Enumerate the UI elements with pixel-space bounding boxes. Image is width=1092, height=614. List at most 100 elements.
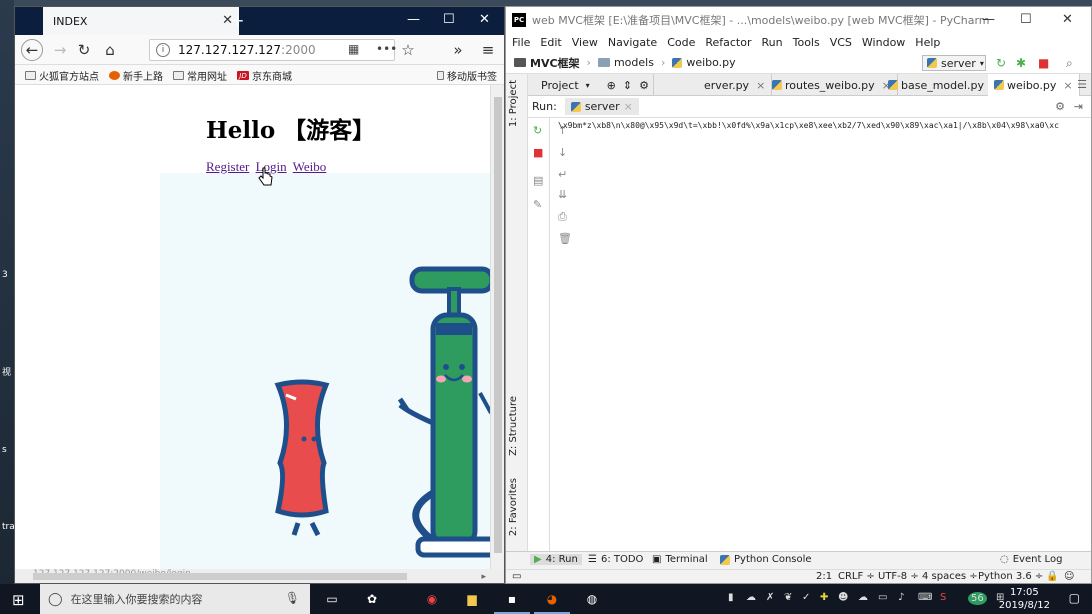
stop-icon[interactable]: ■ <box>1038 56 1049 70</box>
target-icon[interactable]: ⊕ <box>607 79 616 92</box>
forward-arrow-icon[interactable]: → <box>49 39 71 61</box>
close-button[interactable]: ✕ <box>1062 12 1073 27</box>
home-icon[interactable]: ⌂ <box>99 39 121 61</box>
sogou-icon[interactable]: S <box>940 592 946 603</box>
site-info-icon[interactable]: i <box>156 43 170 57</box>
scrollbar-thumb[interactable] <box>494 97 502 553</box>
lock-icon[interactable]: 🔒 <box>1046 571 1058 582</box>
tab-server-py[interactable]: erver.py × <box>698 74 773 96</box>
minimize-button[interactable]: — <box>982 12 995 27</box>
run-tool-button[interactable]: ▶ 4: Run <box>530 554 582 565</box>
project-tool-button[interactable]: 1: Project <box>508 80 519 127</box>
plus-tray-icon[interactable]: ✚ <box>820 592 828 603</box>
tab-weibo-py[interactable]: weibo.py × <box>988 74 1080 96</box>
menu-code[interactable]: Code <box>667 36 695 49</box>
more-dots-icon[interactable]: ••• <box>376 42 397 56</box>
notification-icon[interactable]: ▢ <box>1069 591 1080 605</box>
browser-tab[interactable]: INDEX ✕ <box>43 7 239 35</box>
stop-icon[interactable]: ■ <box>533 146 543 159</box>
close-icon[interactable]: × <box>756 79 765 92</box>
favorites-tool-button[interactable]: 2: Favorites <box>508 478 519 536</box>
mobile-bookmarks[interactable]: 移动版书签 <box>437 68 497 83</box>
menu-edit[interactable]: Edit <box>540 36 561 49</box>
bookmark-star-icon[interactable]: ☆ <box>397 39 419 61</box>
tray-badge-icon[interactable]: 56 <box>968 592 987 605</box>
bookmark-item[interactable]: 常用网址 <box>173 68 227 83</box>
caret-position[interactable]: 2:1 <box>816 571 832 582</box>
reload-icon[interactable]: ↻ <box>73 39 95 61</box>
app-pinwheel-icon[interactable]: ✿ <box>362 589 382 609</box>
back-arrow-icon[interactable]: ← <box>21 39 43 61</box>
bookmark-item[interactable]: JD 京东商城 <box>237 68 292 83</box>
console-output[interactable]: \x9bm*z\xb8\n\x80@\x95\x9d\t=\xbb!\x0fd%… <box>554 121 1091 551</box>
maximize-button[interactable]: ☐ <box>443 12 455 27</box>
new-tab-button[interactable]: + <box>231 11 244 30</box>
horizontal-scrollbar[interactable] <box>33 573 407 580</box>
task-view-icon[interactable]: ▭ <box>322 589 342 609</box>
menu-navigate[interactable]: Navigate <box>608 36 657 49</box>
structure-tool-button[interactable]: Z: Structure <box>508 396 519 456</box>
line-separator[interactable]: CRLF ÷ <box>838 571 875 582</box>
python-console-button[interactable]: Python Console <box>720 554 812 565</box>
scroll-right-arrow-icon[interactable]: ▸ <box>481 572 486 582</box>
rerun-icon[interactable]: ↻ <box>996 56 1006 70</box>
collapse-icon[interactable]: ⇕ <box>623 79 632 92</box>
menu-view[interactable]: View <box>572 36 598 49</box>
event-log-button[interactable]: ◌ Event Log <box>1000 554 1062 565</box>
status-panel-icon[interactable]: ▭ <box>512 571 521 582</box>
breadcrumb-project[interactable]: MVC框架 <box>530 55 580 71</box>
app-tray-icon[interactable]: ☁ <box>746 592 756 603</box>
bookmark-item[interactable]: 新手上路 <box>109 68 163 83</box>
tray-icon[interactable]: ❦ <box>784 592 792 603</box>
qr-code-icon[interactable]: ▦ <box>348 42 359 56</box>
firefox-taskbar-icon[interactable]: ◕ <box>534 589 570 614</box>
indent-setting[interactable]: 4 spaces ÷ <box>922 571 978 582</box>
debug-bug-icon[interactable]: ✱ <box>1016 56 1026 70</box>
cloud-tray-icon[interactable]: ☁ <box>858 592 868 603</box>
check-tray-icon[interactable]: ✓ <box>802 592 810 603</box>
breadcrumb-folder[interactable]: models <box>614 56 654 69</box>
vertical-scrollbar[interactable] <box>490 85 504 571</box>
microphone-icon[interactable]: 🎙 <box>285 591 300 605</box>
bookmark-item[interactable]: 火狐官方站点 <box>25 68 99 83</box>
weibo-link[interactable]: Weibo <box>293 159 327 174</box>
tab-routes-weibo[interactable]: routes_weibo.py × <box>766 74 898 96</box>
layout-icon[interactable]: ▤ <box>533 174 543 187</box>
close-button[interactable]: ✕ <box>479 12 490 27</box>
rerun-icon[interactable]: ↻ <box>533 124 542 137</box>
menu-run[interactable]: Run <box>762 36 783 49</box>
interpreter[interactable]: Python 3.6 ÷ <box>978 571 1043 582</box>
network-icon[interactable]: ▭ <box>878 592 887 603</box>
gear-icon[interactable]: ⚙ <box>639 79 649 92</box>
menu-window[interactable]: Window <box>862 36 905 49</box>
volume-icon[interactable]: ♪ <box>898 592 904 603</box>
terminal-tool-button[interactable]: ▣ Terminal <box>652 554 708 565</box>
taskbar-search[interactable]: ◯ 在这里输入你要搜索的内容 🎙 <box>40 584 310 614</box>
file-encoding[interactable]: UTF-8 ÷ <box>878 571 919 582</box>
pycharm-taskbar-icon[interactable]: ▪ <box>494 589 530 614</box>
run-tab-server[interactable]: server × <box>564 98 639 115</box>
run-config-select[interactable]: server ▾ <box>922 55 986 71</box>
menu-refactor[interactable]: Refactor <box>705 36 751 49</box>
overflow-chevron-icon[interactable]: » <box>447 39 469 61</box>
gear-icon[interactable]: ⚙ <box>1055 100 1065 113</box>
hamburger-menu-icon[interactable]: ≡ <box>477 39 499 61</box>
pin-icon[interactable]: ✎ <box>533 198 542 211</box>
close-icon[interactable]: × <box>624 100 633 113</box>
breadcrumb-file[interactable]: weibo.py <box>686 56 735 69</box>
sword-tray-icon[interactable]: ✗ <box>766 592 774 603</box>
project-panel-tab[interactable]: Project ▾ ⊕ ⇕ ⚙ <box>532 74 654 96</box>
menu-vcs[interactable]: VCS <box>830 36 852 49</box>
wechat-icon[interactable]: ☻ <box>838 592 848 603</box>
todo-tool-button[interactable]: ☰ 6: TODO <box>588 554 643 565</box>
close-icon[interactable]: × <box>1063 79 1072 92</box>
menu-file[interactable]: File <box>512 36 530 49</box>
app-icon[interactable]: ◍ <box>582 589 602 609</box>
windows-start-icon[interactable]: ⊞ <box>12 591 25 609</box>
url-bar[interactable]: i 127.127.127.127:2000 ▦ ••• <box>149 39 397 61</box>
maximize-button[interactable]: ☐ <box>1020 12 1032 27</box>
keyboard-icon[interactable]: ⌨ <box>918 592 932 603</box>
register-link[interactable]: Register <box>206 159 249 174</box>
battery-icon[interactable]: ▮ <box>728 592 734 603</box>
menu-help[interactable]: Help <box>915 36 940 49</box>
